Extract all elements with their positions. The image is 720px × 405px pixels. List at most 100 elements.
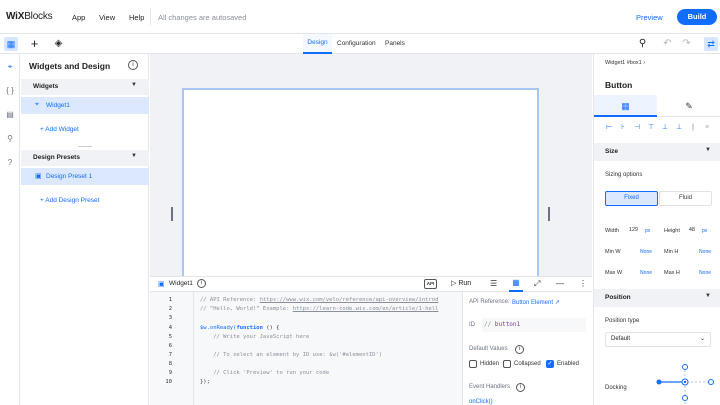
add-icon[interactable]: +: [28, 37, 41, 50]
more-options-icon[interactable]: ⋮: [579, 279, 587, 288]
chevron-down-icon: ▼: [705, 147, 711, 153]
redo-icon[interactable]: ↷: [680, 38, 693, 50]
info-icon[interactable]: i: [516, 383, 525, 392]
align-right-icon[interactable]: ⊣: [632, 124, 642, 132]
widget-icon: ⌖: [35, 101, 39, 108]
menu-help[interactable]: Help: [129, 13, 144, 22]
widget-item[interactable]: ⌖ Widget1: [21, 97, 149, 114]
tab-panels[interactable]: Panels: [385, 40, 405, 47]
collapsed-checkbox[interactable]: [503, 360, 511, 368]
hidden-label: Hidden: [480, 361, 500, 367]
api-reference-label: API Reference:: [469, 299, 510, 305]
section-title: Position: [605, 294, 631, 301]
align-middle-v-icon[interactable]: ⊥: [660, 124, 670, 132]
line-number: 10: [165, 379, 172, 385]
chevron-down-icon: ⌄: [699, 336, 705, 342]
editor-file-tab[interactable]: Widget1: [169, 280, 193, 287]
button-element-link[interactable]: Button Element ↗: [512, 299, 560, 306]
enabled-checkbox[interactable]: ✓: [546, 360, 554, 368]
api-icon[interactable]: API: [424, 279, 437, 289]
fixed-size-button[interactable]: Fixed: [605, 191, 658, 206]
code-line: // Click 'Preview' to run your code: [200, 370, 330, 376]
height-unit[interactable]: px: [702, 228, 707, 234]
settings-sliders-icon[interactable]: ☰: [490, 279, 497, 288]
preview-button[interactable]: Preview: [636, 13, 663, 22]
add-widget-link[interactable]: + Add Widget: [40, 126, 79, 133]
hidden-checkbox[interactable]: [469, 360, 477, 368]
max-width-input[interactable]: None: [622, 270, 652, 276]
line-number: 2: [168, 306, 172, 312]
widgets-section-header[interactable]: Widgets ▼: [21, 79, 149, 95]
height-input[interactable]: 48: [673, 227, 695, 233]
line-number: 1: [168, 297, 172, 303]
preset-item-label: Design Preset 1: [46, 173, 93, 180]
position-section-header[interactable]: Position ▼: [594, 289, 720, 307]
position-type-label: Position type: [605, 318, 640, 324]
align-center-h-icon[interactable]: ⊦: [618, 124, 628, 132]
help-icon[interactable]: ?: [3, 156, 17, 170]
api-reference-link[interactable]: https://www.wix.com/velo/reference/api-o…: [260, 297, 439, 303]
undo-icon[interactable]: ↶: [661, 38, 674, 50]
widget-stage[interactable]: [182, 88, 539, 278]
hello-world-link[interactable]: https://learn-code.wix.com/en/article/1-…: [293, 306, 439, 312]
stack-layers-icon[interactable]: ◈: [52, 38, 65, 50]
build-button[interactable]: Build: [677, 9, 717, 25]
code-braces-icon[interactable]: { }: [3, 84, 17, 98]
resize-handle[interactable]: [78, 146, 92, 147]
properties-icon[interactable]: ▦: [509, 276, 523, 292]
minimize-icon[interactable]: —: [556, 279, 564, 288]
max-height-input[interactable]: None: [681, 270, 711, 276]
widgets-icon[interactable]: ⌖: [3, 60, 17, 74]
info-icon[interactable]: i: [515, 345, 524, 354]
add-design-preset-link[interactable]: + Add Design Preset: [40, 197, 99, 204]
align-left-icon[interactable]: ⊢: [604, 124, 614, 132]
id-field[interactable]: // button1: [482, 318, 586, 332]
left-resize-handle[interactable]: [171, 207, 173, 221]
menu-divider: [150, 9, 151, 25]
size-section-header[interactable]: Size ▼: [594, 143, 720, 161]
align-top-icon[interactable]: ⊤: [646, 124, 656, 132]
info-icon[interactable]: i: [128, 60, 138, 70]
min-width-input[interactable]: None: [622, 249, 652, 255]
external-link-icon: ↗: [554, 300, 560, 306]
align-bottom-icon[interactable]: ⊥: [674, 124, 684, 132]
line-number: 3: [168, 315, 172, 321]
default-values-label: Default Values: [469, 346, 508, 352]
tab-configuration[interactable]: Configuration: [337, 40, 376, 47]
layers-panel-icon[interactable]: ▦: [4, 37, 18, 51]
distribute-h-icon[interactable]: ∥: [688, 124, 698, 132]
chevron-right-icon: ›: [643, 60, 646, 66]
fluid-size-button[interactable]: Fluid: [659, 191, 712, 206]
breadcrumb[interactable]: Widget1 #box1 ›: [605, 60, 645, 66]
run-button[interactable]: ▷ Run: [451, 279, 471, 287]
line-number: 8: [168, 361, 172, 367]
zoom-icon[interactable]: ⚲: [636, 38, 649, 50]
code-line: // Write your JavaScript here: [200, 334, 310, 340]
menu-view[interactable]: View: [99, 13, 115, 22]
gutter-divider: [193, 292, 194, 405]
toggle-panel-icon[interactable]: ⇄: [704, 37, 718, 51]
docking-control[interactable]: [655, 362, 715, 405]
line-number: 6: [168, 343, 172, 349]
chevron-down-icon: ▼: [705, 293, 711, 299]
design-brush-tab-icon[interactable]: ✎: [658, 95, 720, 117]
expand-icon[interactable]: ⤢: [534, 279, 540, 289]
min-height-input[interactable]: None: [681, 249, 711, 255]
onclick-handler-link[interactable]: onClick(): [469, 399, 493, 405]
position-type-select[interactable]: Default ⌄: [605, 332, 711, 347]
tab-design[interactable]: Design: [303, 34, 332, 54]
docking-label: Docking: [605, 385, 627, 391]
menu-app[interactable]: App: [72, 13, 85, 22]
design-preset-item[interactable]: ▣ Design Preset 1: [21, 168, 149, 185]
distribute-v-icon[interactable]: ≡: [702, 124, 712, 132]
info-icon[interactable]: i: [197, 279, 206, 288]
presets-section-header[interactable]: Design Presets ▼: [21, 150, 149, 166]
table-icon[interactable]: ▤: [3, 108, 17, 122]
layout-tab-icon[interactable]: ▦: [594, 95, 657, 117]
right-resize-handle[interactable]: [548, 207, 550, 221]
width-input[interactable]: 129: [616, 227, 638, 233]
search-icon[interactable]: ⚲: [3, 132, 17, 146]
width-unit[interactable]: px: [645, 228, 650, 234]
left-rail: [0, 54, 20, 405]
element-title: Button: [605, 80, 633, 90]
